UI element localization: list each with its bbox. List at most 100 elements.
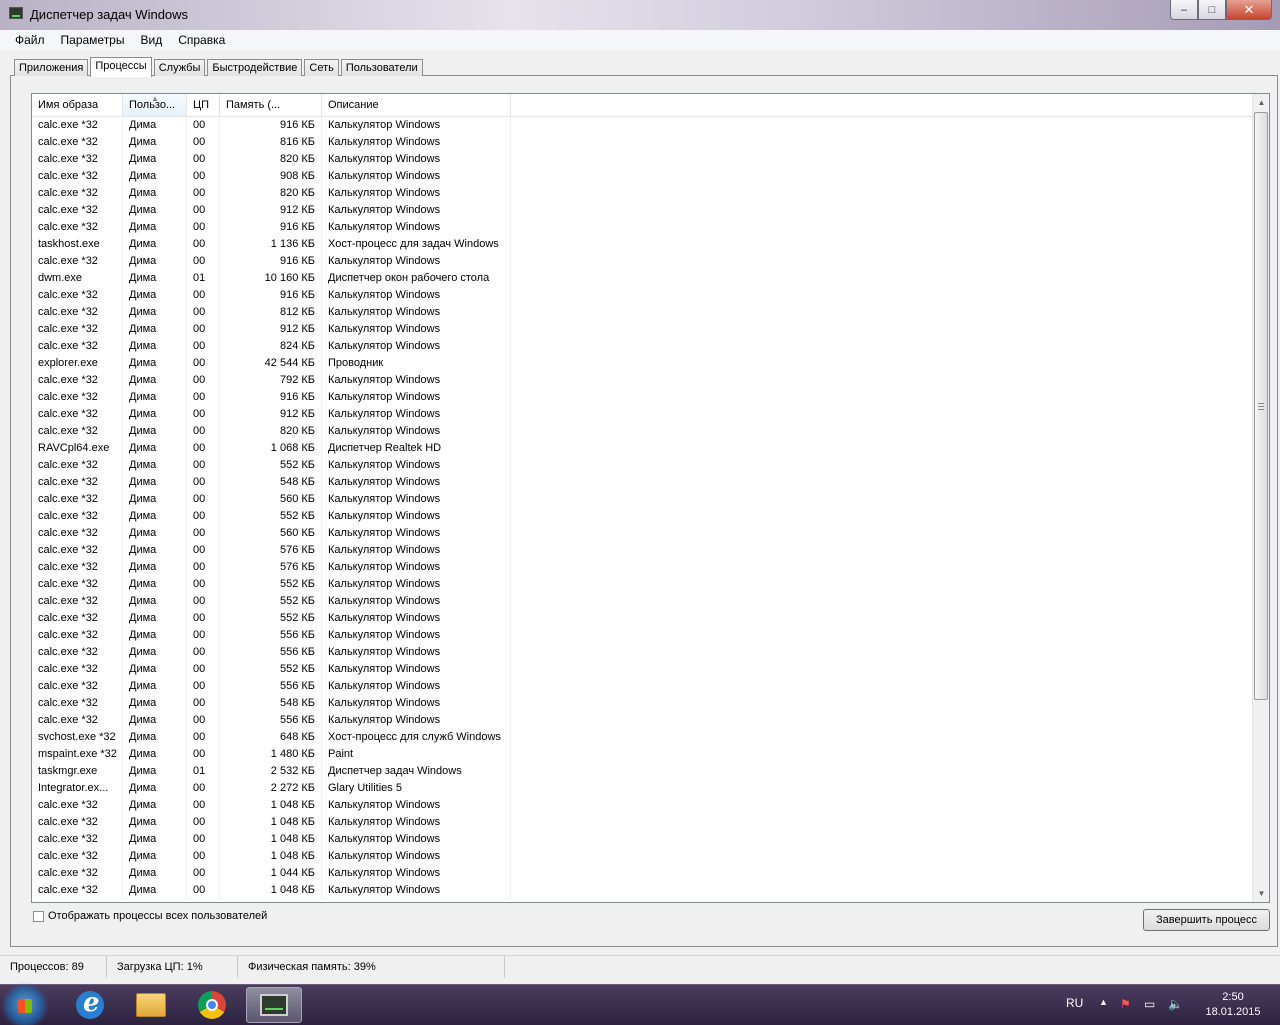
table-row[interactable]: calc.exe *32 Дима 00 576 КБ Калькулятор Wind… (32, 542, 1252, 559)
memory-cell: 560 КБ (220, 525, 322, 542)
table-row[interactable]: Integrator.ex... Дима 00 2 272 КБ Glary Util… (32, 780, 1252, 797)
table-row[interactable]: calc.exe *32 Дима 00 916 КБ Калькулятор Wind… (32, 287, 1252, 304)
menu-options[interactable]: Параметры (53, 30, 133, 50)
close-button[interactable]: ✕ (1226, 0, 1272, 20)
table-row[interactable]: calc.exe *32 Дима 00 556 КБ Калькулятор Wind… (32, 712, 1252, 729)
table-row[interactable]: calc.exe *32 Дима 00 916 КБ Калькулятор Wind… (32, 117, 1252, 134)
title-bar[interactable]: Диспетчер задач Windows – □ ✕ (0, 0, 1280, 31)
tab-users[interactable]: Пользователи (340, 59, 423, 76)
table-row[interactable]: calc.exe *32 Дима 00 908 КБ Калькулятор Wind… (32, 168, 1252, 185)
table-row[interactable]: dwm.exe Дима 01 10 160 КБ Диспетчер окон раб… (32, 270, 1252, 287)
table-row[interactable]: calc.exe *32 Дима 00 824 КБ Калькулятор Wind… (32, 338, 1252, 355)
maximize-button[interactable]: □ (1198, 0, 1226, 20)
table-row[interactable]: calc.exe *32 Дима 00 560 КБ Калькулятор Wind… (32, 525, 1252, 542)
table-row[interactable]: calc.exe *32 Дима 00 916 КБ Калькулятор Wind… (32, 253, 1252, 270)
tab-performance[interactable]: Быстродействие (207, 59, 303, 76)
table-row[interactable]: calc.exe *32 Дима 00 1 048 КБ Калькулятор Wi… (32, 831, 1252, 848)
menu-file[interactable]: Файл (0, 30, 53, 50)
minimize-button[interactable]: – (1170, 0, 1198, 20)
volume-icon[interactable]: 🔈 (1168, 997, 1183, 1011)
taskbar-chrome[interactable] (184, 987, 240, 1023)
taskbar-internet-explorer[interactable] (62, 987, 118, 1023)
table-row[interactable]: calc.exe *32 Дима 00 1 048 КБ Калькулятор Wi… (32, 848, 1252, 865)
tab-processes[interactable]: Процессы (90, 57, 152, 77)
image-name-cell: calc.exe *32 (32, 525, 123, 542)
end-process-button[interactable]: Завершить процесс (1143, 909, 1270, 931)
process-list[interactable]: Имя образа ▲ Пользо... ЦП Память (... Опи… (31, 93, 1270, 903)
show-all-users-checkbox[interactable] (33, 910, 44, 922)
table-row[interactable]: calc.exe *32 Дима 00 552 КБ Калькулятор Wind… (32, 457, 1252, 474)
scroll-up-icon[interactable]: ▲ (1253, 94, 1269, 111)
clock[interactable]: 2:50 18.01.2015 (1198, 990, 1268, 1020)
table-row[interactable]: svchost.exe *32 Дима 00 648 КБ Хост-процесс … (32, 729, 1252, 746)
action-center-icon[interactable]: ⚑ (1120, 997, 1134, 1011)
menu-bar: Файл Параметры Вид Справка (0, 30, 1280, 50)
table-row[interactable]: explorer.exe Дима 00 42 544 КБ Проводник (32, 355, 1252, 372)
table-row[interactable]: mspaint.exe *32 Дима 00 1 480 КБ Paint (32, 746, 1252, 763)
user-cell: Дима (123, 440, 187, 457)
table-row[interactable]: calc.exe *32 Дима 00 552 КБ Калькулятор Wind… (32, 593, 1252, 610)
tab-network[interactable]: Сеть (304, 59, 339, 76)
column-header-image-name[interactable]: Имя образа (32, 94, 123, 116)
memory-cell: 42 544 КБ (220, 355, 322, 372)
column-header-cpu[interactable]: ЦП (187, 94, 220, 116)
description-cell: Калькулятор Windows (322, 831, 511, 848)
windows-start-orb[interactable] (6, 987, 44, 1025)
language-indicator[interactable]: RU (1066, 996, 1083, 1010)
table-row[interactable]: calc.exe *32 Дима 00 820 КБ Калькулятор Wind… (32, 423, 1252, 440)
image-name-cell: calc.exe *32 (32, 287, 123, 304)
table-row[interactable]: calc.exe *32 Дима 00 916 КБ Калькулятор Wind… (32, 219, 1252, 236)
table-row[interactable]: calc.exe *32 Дима 00 812 КБ Калькулятор Wind… (32, 304, 1252, 321)
column-header-memory[interactable]: Память (... (220, 94, 322, 116)
menu-help[interactable]: Справка (170, 30, 233, 50)
table-row[interactable]: calc.exe *32 Дима 00 820 КБ Калькулятор Wind… (32, 151, 1252, 168)
table-row[interactable]: calc.exe *32 Дима 00 1 044 КБ Калькулятор Wi… (32, 865, 1252, 882)
table-row[interactable]: calc.exe *32 Дима 00 556 КБ Калькулятор Wind… (32, 627, 1252, 644)
description-cell: Калькулятор Windows (322, 151, 511, 168)
menu-view[interactable]: Вид (132, 30, 170, 50)
user-cell: Дима (123, 406, 187, 423)
tab-applications[interactable]: Приложения (14, 59, 89, 76)
table-row[interactable]: calc.exe *32 Дима 00 548 КБ Калькулятор Wind… (32, 695, 1252, 712)
table-row[interactable]: taskhost.exe Дима 00 1 136 КБ Хост-процесс д… (32, 236, 1252, 253)
table-row[interactable]: calc.exe *32 Дима 00 1 048 КБ Калькулятор Wi… (32, 814, 1252, 831)
image-name-cell: calc.exe *32 (32, 457, 123, 474)
table-row[interactable]: calc.exe *32 Дима 00 912 КБ Калькулятор Wind… (32, 406, 1252, 423)
network-icon[interactable]: ▭ (1144, 997, 1158, 1011)
table-row[interactable]: calc.exe *32 Дима 00 548 КБ Калькулятор Wind… (32, 474, 1252, 491)
table-row[interactable]: calc.exe *32 Дима 00 552 КБ Калькулятор Wind… (32, 661, 1252, 678)
user-cell: Дима (123, 168, 187, 185)
table-row[interactable]: calc.exe *32 Дима 00 552 КБ Калькулятор Wind… (32, 576, 1252, 593)
table-row[interactable]: taskmgr.exe Дима 01 2 532 КБ Диспетчер задач… (32, 763, 1252, 780)
description-cell: Калькулятор Windows (322, 814, 511, 831)
table-row[interactable]: calc.exe *32 Дима 00 552 КБ Калькулятор Wind… (32, 610, 1252, 627)
image-name-cell: Integrator.ex... (32, 780, 123, 797)
table-row[interactable]: calc.exe *32 Дима 00 556 КБ Калькулятор Wind… (32, 644, 1252, 661)
table-row[interactable]: calc.exe *32 Дима 00 560 КБ Калькулятор Wind… (32, 491, 1252, 508)
table-row[interactable]: calc.exe *32 Дима 00 792 КБ Калькулятор Wind… (32, 372, 1252, 389)
table-row[interactable]: RAVCpl64.exe Дима 00 1 068 КБ Диспетчер Real… (32, 440, 1252, 457)
table-row[interactable]: calc.exe *32 Дима 00 912 КБ Калькулятор Wind… (32, 321, 1252, 338)
show-all-users-option[interactable]: Отображать процессы всех пользователей (33, 910, 267, 922)
taskbar-task-manager[interactable] (246, 987, 302, 1023)
scroll-down-icon[interactable]: ▼ (1253, 885, 1269, 902)
table-row[interactable]: calc.exe *32 Дима 00 552 КБ Калькулятор Wind… (32, 508, 1252, 525)
column-header-user[interactable]: ▲ Пользо... (123, 94, 187, 116)
table-row[interactable]: calc.exe *32 Дима 00 556 КБ Калькулятор Wind… (32, 678, 1252, 695)
cpu-cell: 00 (187, 304, 220, 321)
show-hidden-icons-icon[interactable]: ▲ (1099, 997, 1108, 1007)
table-row[interactable]: calc.exe *32 Дима 00 912 КБ Калькулятор Wind… (32, 202, 1252, 219)
table-row[interactable]: calc.exe *32 Дима 00 820 КБ Калькулятор Wind… (32, 185, 1252, 202)
table-row[interactable]: calc.exe *32 Дима 00 816 КБ Калькулятор Wind… (32, 134, 1252, 151)
vertical-scrollbar[interactable]: ▲ ▼ (1252, 94, 1269, 902)
description-cell: Калькулятор Windows (322, 457, 511, 474)
taskbar-explorer[interactable] (123, 987, 179, 1023)
column-header-description[interactable]: Описание (322, 94, 511, 116)
scrollbar-thumb[interactable] (1254, 112, 1268, 700)
tab-services[interactable]: Службы (153, 59, 206, 76)
table-row[interactable]: calc.exe *32 Дима 00 576 КБ Калькулятор Wind… (32, 559, 1252, 576)
memory-cell: 552 КБ (220, 576, 322, 593)
table-row[interactable]: calc.exe *32 Дима 00 1 048 КБ Калькулятор Wi… (32, 882, 1252, 899)
table-row[interactable]: calc.exe *32 Дима 00 916 КБ Калькулятор Wind… (32, 389, 1252, 406)
table-row[interactable]: calc.exe *32 Дима 00 1 048 КБ Калькулятор Wi… (32, 797, 1252, 814)
